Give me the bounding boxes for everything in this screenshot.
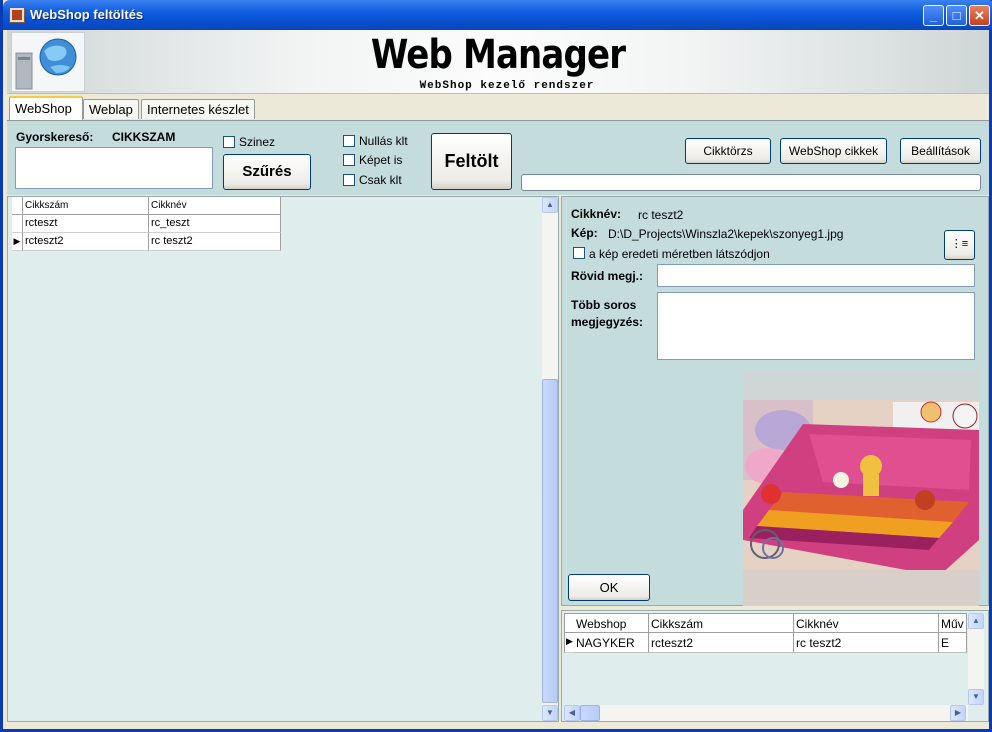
rovid-megj-input[interactable] — [657, 264, 975, 287]
szinez-checkbox[interactable] — [223, 136, 235, 148]
banner-subtitle: WebShop kezelő rendszer — [419, 80, 595, 92]
webshop-sync-grid: Webshop Cikkszám Cikknév Műv ▶ NAGYKER r… — [561, 610, 989, 722]
column-header-cikknev[interactable]: Cikknév — [794, 613, 939, 633]
close-button[interactable]: ✕ — [969, 5, 990, 26]
search-field-name: CIKKSZAM — [112, 130, 176, 144]
vertical-scrollbar[interactable]: ▲ ▼ — [968, 613, 984, 705]
table-cell[interactable]: rc teszt2 — [149, 233, 281, 251]
szinez-label: Szinez — [239, 135, 276, 149]
table-cell[interactable]: rc teszt2 — [794, 633, 939, 653]
app-window: WebShop feltöltés _ □ ✕ Web Manager WebS… — [0, 0, 992, 732]
search-label: Gyorskereső: — [16, 130, 94, 144]
rovid-label: Rövid megj.: — [571, 269, 644, 283]
scroll-thumb[interactable] — [542, 379, 558, 703]
vertical-scrollbar[interactable]: ▲ ▼ — [542, 197, 558, 721]
column-header-cikknev[interactable]: Cikknév — [149, 197, 281, 215]
webshop-cikkek-button[interactable]: WebShop cikkek — [780, 138, 887, 164]
kep-label: Kép: — [571, 226, 598, 240]
szures-button[interactable]: Szűrés — [223, 154, 311, 190]
scroll-left-button[interactable]: ◀ — [564, 705, 580, 721]
scroll-right-button[interactable]: ▶ — [950, 705, 966, 721]
grid-corner — [12, 197, 23, 215]
product-image — [743, 370, 979, 606]
minimize-button[interactable]: _ — [923, 5, 944, 26]
scroll-thumb[interactable] — [580, 705, 600, 721]
table-cell[interactable]: NAGYKER — [574, 633, 649, 653]
table-cell[interactable]: rcteszt2 — [23, 233, 149, 251]
scroll-down-button[interactable]: ▼ — [542, 705, 558, 721]
search-input[interactable] — [15, 147, 213, 189]
scroll-down-button[interactable]: ▼ — [968, 689, 984, 705]
window-title: WebShop feltöltés — [30, 7, 144, 22]
browse-image-button[interactable]: ⋮≡ — [944, 230, 975, 260]
cikktorzs-button[interactable]: Cikktörzs — [685, 138, 771, 164]
tobb-soros-textarea[interactable] — [657, 292, 975, 360]
column-header-muv[interactable]: Műv — [939, 613, 967, 633]
table-cell[interactable]: rc_teszt — [149, 215, 281, 233]
csak-checkbox[interactable] — [343, 174, 355, 186]
feltolt-button[interactable]: Feltölt — [431, 133, 512, 190]
title-bar[interactable]: WebShop feltöltés _ □ ✕ — [3, 0, 992, 30]
banner-title: Web Manager — [370, 32, 626, 78]
kepet-label: Képet is — [359, 153, 403, 167]
ok-button[interactable]: OK — [568, 574, 650, 601]
tab-weblap[interactable]: Weblap — [83, 99, 139, 119]
kepet-checkbox[interactable] — [343, 154, 355, 166]
nullas-label: Nullás klt — [359, 134, 408, 148]
filter-toolbar: Gyorskereső: CIKKSZAM Szinez Szűrés Null… — [7, 120, 989, 195]
kep-path-value: D:\D_Projects\Winszla2\kepek\szonyeg1.jp… — [608, 227, 844, 241]
tobb-soros-label-2: megjegyzés: — [571, 315, 644, 329]
row-selector[interactable] — [12, 215, 23, 233]
row-selector-current[interactable]: ▶ — [12, 233, 23, 251]
scroll-up-button[interactable]: ▲ — [968, 613, 984, 629]
beallitasok-button[interactable]: Beállítások — [900, 138, 981, 164]
csak-label: Csak klt — [359, 173, 402, 187]
column-header-webshop[interactable]: Webshop — [574, 613, 649, 633]
horizontal-scrollbar[interactable]: ◀ ▶ — [564, 705, 968, 721]
table-cell[interactable]: E — [939, 633, 967, 653]
cikknev-value: rc teszt2 — [638, 208, 684, 222]
tab-webshop[interactable]: WebShop — [9, 96, 83, 120]
cikknev-label: Cikknév: — [571, 207, 622, 221]
column-header-cikkszam[interactable]: Cikkszám — [23, 197, 149, 215]
tobb-soros-label: Több soros — [571, 298, 637, 312]
tab-internetes-keszlet[interactable]: Internetes készlet — [141, 99, 255, 119]
nullas-checkbox[interactable] — [343, 135, 355, 147]
original-size-checkbox[interactable] — [573, 247, 585, 259]
browse-icon: ⋮≡ — [950, 238, 969, 250]
tab-bar: WebShop Weblap Internetes készlet — [7, 96, 989, 120]
upload-progress-bar — [521, 174, 981, 191]
product-list-panel: Cikkszám Cikknév rcteszt rc_teszt ▶ rcte… — [7, 196, 559, 722]
table-cell[interactable]: rcteszt — [23, 215, 149, 233]
table-cell[interactable]: rcteszt2 — [649, 633, 794, 653]
header-banner: Web Manager WebShop kezelő rendszer — [7, 30, 989, 94]
original-size-label: a kép eredeti méretben látszódjon — [589, 247, 770, 261]
scroll-up-button[interactable]: ▲ — [542, 197, 558, 213]
maximize-button[interactable]: □ — [946, 5, 967, 26]
app-icon — [9, 7, 25, 23]
column-header-cikkszam[interactable]: Cikkszám — [649, 613, 794, 633]
